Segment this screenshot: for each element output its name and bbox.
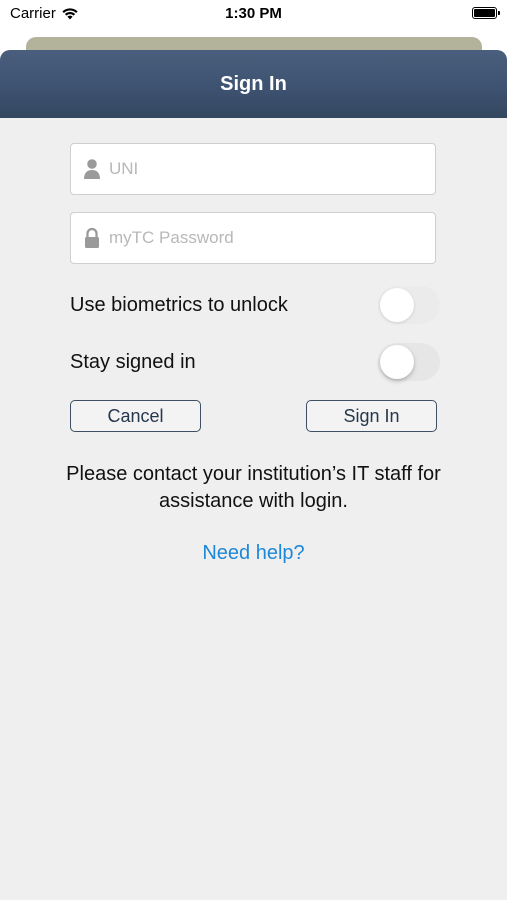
toggle-knob (380, 345, 414, 379)
battery-level (474, 9, 495, 17)
nav-bar: Sign In (0, 50, 507, 118)
status-time: 1:30 PM (225, 5, 282, 22)
toggle-knob (380, 288, 414, 322)
cancel-button[interactable]: Cancel (70, 400, 201, 432)
sign-in-button[interactable]: Sign In (306, 400, 437, 432)
password-field[interactable] (70, 212, 436, 264)
assistance-message: Please contact your institution’s IT sta… (66, 463, 441, 512)
battery-icon (472, 7, 500, 19)
biometrics-label: Use biometrics to unlock (70, 293, 288, 316)
biometrics-toggle[interactable] (378, 286, 440, 324)
screen: Carrier 1:30 PM Sign In UNI Use biometri… (0, 0, 507, 900)
biometrics-row: Use biometrics to unlock (70, 285, 440, 325)
stay-signed-in-toggle[interactable] (378, 343, 440, 381)
status-bar: Carrier 1:30 PM (0, 0, 507, 30)
page-title: Sign In (220, 72, 287, 95)
sign-in-sheet: Sign In Use biometrics to unlock (0, 50, 507, 900)
uni-input[interactable] (109, 159, 435, 179)
stay-signed-in-label: Stay signed in (70, 350, 196, 373)
stay-signed-in-row: Stay signed in (70, 342, 440, 382)
uni-field[interactable] (70, 143, 436, 195)
lock-icon (83, 227, 101, 249)
need-help-link[interactable]: Need help? (0, 542, 507, 565)
person-icon (83, 158, 101, 180)
password-input[interactable] (109, 228, 435, 248)
